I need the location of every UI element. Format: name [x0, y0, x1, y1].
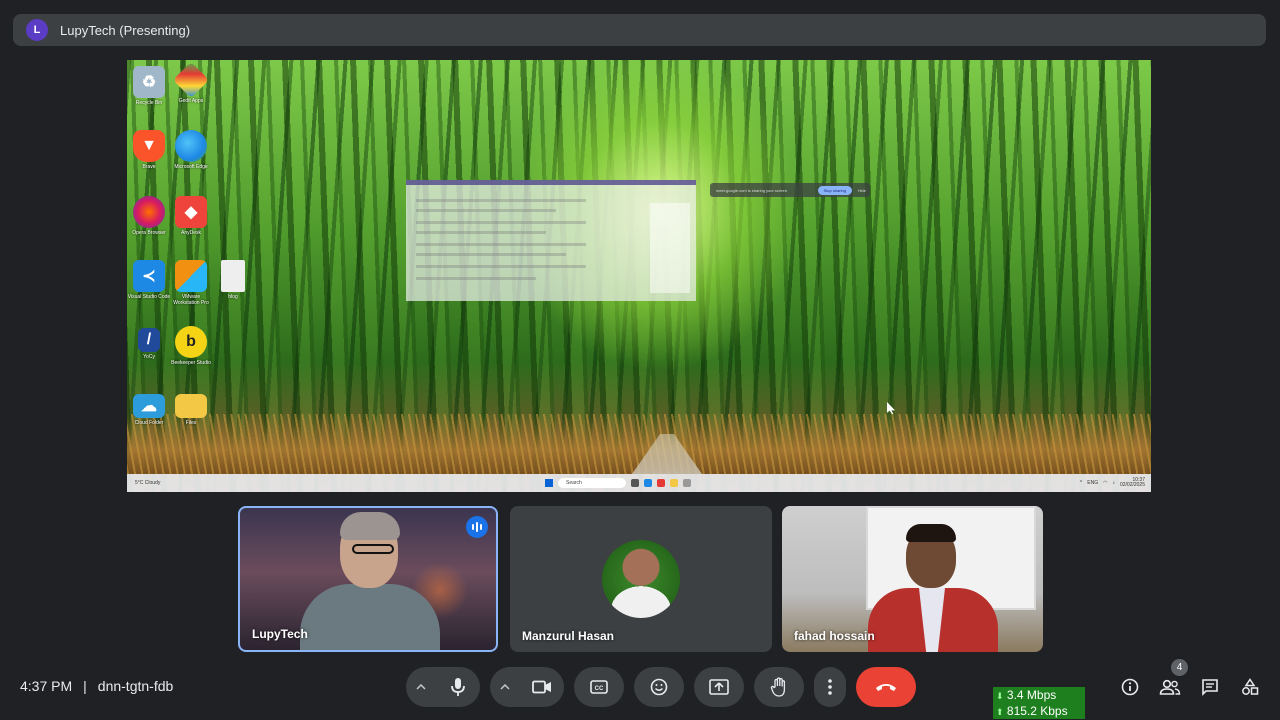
desktop-icon-blog: blog — [211, 260, 255, 300]
recycle-bin-icon: ♻ — [133, 66, 165, 98]
hide-button[interactable]: Hide — [858, 188, 866, 193]
captions-button[interactable]: CC — [574, 667, 624, 707]
edge-icon — [175, 130, 207, 162]
desktop-icon-vmware: VMware Workstation Pro — [169, 260, 213, 306]
file-icon — [221, 260, 245, 292]
more-vertical-icon — [828, 679, 832, 695]
edge-taskbar-icon — [644, 479, 652, 487]
participant-tile-fahad[interactable]: fahad hossain — [782, 506, 1043, 652]
microphone-button[interactable] — [436, 667, 480, 707]
video-camera-icon — [532, 680, 551, 694]
activities-shapes-icon — [1242, 678, 1259, 695]
desktop-icon-cloud-folder: ☁ Cloud Folder — [127, 394, 171, 426]
desktop-icon-vscode: ≺ Visual Studio Code — [127, 260, 171, 300]
screen-share-notice: meet.google.com is sharing your screen S… — [710, 183, 870, 197]
microphone-icon — [451, 678, 465, 696]
taskbar-search: Search — [558, 478, 626, 488]
wifi-icon: ◠ — [1103, 480, 1108, 486]
desktop-icon-yocy: / YoCy — [127, 328, 171, 360]
presenter-avatar: L — [26, 19, 48, 41]
folder-icon — [175, 394, 207, 418]
desktop-icon-brave: ▼ Brave — [127, 130, 171, 170]
tray-chevron-icon: ^ — [1079, 480, 1083, 486]
camera-control-group — [490, 667, 564, 707]
present-screen-button[interactable] — [694, 667, 744, 707]
participant-tile-manzurul[interactable]: Manzurul Hasan — [510, 506, 772, 652]
yocy-icon: / — [138, 328, 160, 352]
participant-video — [300, 584, 440, 650]
participant-name: fahad hossain — [794, 629, 875, 643]
explorer-taskbar-icon — [670, 479, 678, 487]
upload-arrow-icon: ⬆ — [996, 707, 1004, 717]
taskbar-tray: ^ ENG ◠ ♪ 10:37 02/02/2025 — [1079, 477, 1145, 488]
desktop-icon-anydesk: ◆ AnyDesk — [169, 196, 213, 236]
audio-options-chevron-icon[interactable] — [406, 667, 436, 707]
info-icon — [1121, 678, 1139, 696]
people-icon — [1159, 679, 1181, 695]
chat-button[interactable] — [1190, 667, 1230, 707]
desktop-icon-gedit-apps: Gedit Apps — [169, 61, 213, 104]
speaking-indicator-icon — [466, 516, 488, 538]
participant-name: LupyTech — [252, 627, 308, 641]
reactions-button[interactable] — [634, 667, 684, 707]
app-taskbar-icon — [683, 479, 691, 487]
participant-name: Manzurul Hasan — [522, 629, 615, 643]
opera-icon — [133, 196, 165, 228]
desktop-icon-edge: Microsoft Edge — [169, 130, 213, 170]
chrome-taskbar-icon — [657, 479, 665, 487]
side-panel-buttons: 4 — [1110, 659, 1270, 707]
leave-call-button[interactable] — [856, 667, 916, 707]
app-grid-icon — [172, 61, 210, 99]
call-controls: CC — [406, 667, 916, 707]
desktop-icon-recycle-bin: ♻ Recycle Bin — [127, 66, 171, 106]
windows-start-icon — [545, 479, 553, 487]
meeting-code: dnn-tgtn-fdb — [97, 678, 174, 694]
people-count-badge: 4 — [1171, 659, 1188, 676]
network-stats: ⬇ 3.4 Mbps ⬆ 815.2 Kbps — [993, 687, 1085, 719]
brave-icon: ▼ — [133, 130, 165, 162]
desktop-icon-beekeeper: b Beekeeper Studio — [169, 326, 213, 366]
raise-hand-button[interactable] — [754, 667, 804, 707]
taskbar-weather: 5°C Cloudy — [135, 480, 161, 486]
present-screen-icon — [709, 679, 729, 695]
vmware-icon — [175, 260, 207, 292]
desktop-icon-opera: Opera Browser — [127, 196, 171, 236]
people-button[interactable]: 4 — [1150, 659, 1190, 707]
video-options-chevron-icon[interactable] — [490, 667, 520, 707]
meeting-info: 4:37 PM | dnn-tgtn-fdb — [20, 678, 174, 694]
meeting-details-button[interactable] — [1110, 667, 1150, 707]
hang-up-icon — [876, 684, 896, 691]
volume-icon: ♪ — [1112, 480, 1115, 486]
windows-taskbar: 5°C Cloudy Search ^ ENG ◠ ♪ 10:37 02/02/… — [127, 474, 1151, 492]
chat-icon — [1202, 679, 1218, 696]
taskview-icon — [631, 479, 639, 487]
beekeeper-icon: b — [175, 326, 207, 358]
camera-button[interactable] — [520, 667, 564, 707]
download-arrow-icon: ⬇ — [996, 691, 1004, 701]
taskbar-center: Search — [545, 478, 691, 488]
activities-button[interactable] — [1230, 667, 1270, 707]
shared-screen: ♻ Recycle Bin Gedit Apps ▼ Brave Microso… — [127, 60, 1151, 492]
mirrored-meet-window — [406, 180, 696, 301]
emoji-icon — [650, 678, 668, 696]
mouse-cursor-icon — [887, 402, 895, 414]
closed-captions-icon: CC — [590, 680, 608, 694]
svg-text:CC: CC — [595, 686, 604, 692]
mic-control-group — [406, 667, 480, 707]
participant-avatar — [602, 540, 680, 618]
participant-tile-lupytech[interactable]: LupyTech — [238, 506, 498, 652]
stop-sharing-button[interactable]: Stop sharing — [817, 185, 852, 195]
anydesk-icon: ◆ — [175, 196, 207, 228]
hand-icon — [770, 677, 786, 697]
more-options-button[interactable] — [814, 667, 846, 707]
presenter-title: LupyTech (Presenting) — [60, 22, 191, 38]
presenting-bar[interactable]: L LupyTech (Presenting) — [13, 14, 1266, 46]
desktop-icon-files: Files — [169, 394, 213, 426]
meeting-time: 4:37 PM — [20, 678, 73, 694]
cloud-folder-icon: ☁ — [133, 394, 165, 418]
vscode-icon: ≺ — [133, 260, 165, 292]
